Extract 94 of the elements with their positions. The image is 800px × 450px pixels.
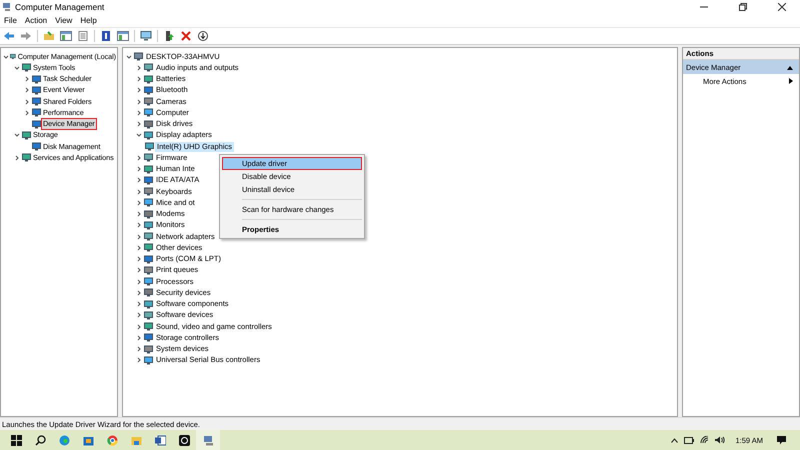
chevron-right-icon[interactable] xyxy=(135,288,143,298)
device-icon xyxy=(10,52,16,62)
app-icon xyxy=(2,2,12,12)
device-icon xyxy=(32,86,41,95)
download-icon[interactable] xyxy=(196,29,210,43)
computer-management-icon[interactable] xyxy=(196,430,220,450)
chevron-right-icon[interactable] xyxy=(135,277,143,286)
device-icon xyxy=(144,277,153,286)
chevron-right-icon[interactable] xyxy=(135,220,143,230)
chevron-right-icon[interactable] xyxy=(13,153,21,162)
menu-item[interactable]: Action xyxy=(24,16,48,25)
chevron-right-icon[interactable] xyxy=(23,97,31,106)
chevron-right-icon[interactable] xyxy=(135,74,143,84)
device-icon xyxy=(144,120,153,129)
device-icon xyxy=(144,243,153,252)
chevron-right-icon[interactable] xyxy=(135,210,143,219)
device-icon xyxy=(144,108,153,118)
device-icon xyxy=(144,86,153,95)
chevron-right-icon[interactable] xyxy=(135,232,143,242)
chevron-right-icon[interactable] xyxy=(135,120,143,129)
chevron-right-icon[interactable] xyxy=(135,356,143,365)
device-icon xyxy=(144,254,153,264)
menu-item[interactable]: View xyxy=(55,16,72,25)
device-icon xyxy=(134,52,143,62)
list-icon[interactable] xyxy=(76,29,90,43)
chevron-right-icon[interactable] xyxy=(135,187,143,196)
device-icon xyxy=(144,300,153,309)
console-tree-icon[interactable] xyxy=(59,29,73,43)
remove-icon[interactable] xyxy=(179,29,193,43)
close-icon[interactable] xyxy=(778,3,786,11)
submenu-arrow-icon xyxy=(789,78,793,84)
chevron-right-icon[interactable] xyxy=(135,86,143,95)
window-title: Computer Management xyxy=(15,2,106,12)
device-icon xyxy=(144,63,153,72)
device-icon xyxy=(32,74,41,84)
restore-icon[interactable] xyxy=(739,3,747,11)
chevron-right-icon[interactable] xyxy=(135,198,143,208)
device-icon xyxy=(32,142,41,152)
console-tree-icon[interactable] xyxy=(116,29,130,43)
device-icon xyxy=(144,266,153,275)
chevron-right-icon[interactable] xyxy=(135,108,143,118)
chevron-right-icon[interactable] xyxy=(135,153,143,162)
chevron-right-icon[interactable] xyxy=(135,333,143,342)
chevron-right-icon[interactable] xyxy=(23,74,31,84)
device-icon xyxy=(144,356,153,365)
device-icon xyxy=(144,220,153,230)
notification-icon[interactable] xyxy=(777,436,786,444)
device-icon xyxy=(144,176,153,185)
device-icon xyxy=(144,187,153,196)
menu-item[interactable]: Help xyxy=(80,16,97,25)
chevron-right-icon[interactable] xyxy=(135,164,143,174)
device-icon xyxy=(144,288,153,298)
device-icon xyxy=(22,63,31,72)
chevron-right-icon[interactable] xyxy=(135,176,143,185)
chevron-right-icon[interactable] xyxy=(135,266,143,275)
device-icon xyxy=(144,97,153,106)
device-icon xyxy=(144,164,153,174)
chevron-right-icon[interactable] xyxy=(135,322,143,332)
device-icon xyxy=(145,142,154,152)
chevron-right-icon[interactable] xyxy=(23,108,31,118)
chevron-up-icon[interactable] xyxy=(671,438,678,442)
chevron-right-icon[interactable] xyxy=(135,300,143,309)
wifi-icon[interactable] xyxy=(700,436,710,444)
device-icon xyxy=(144,210,153,219)
device-icon xyxy=(32,120,41,129)
help-icon[interactable] xyxy=(99,29,113,43)
folder-icon[interactable] xyxy=(42,29,56,43)
chevron-right-icon[interactable] xyxy=(23,86,31,95)
device-icon xyxy=(144,74,153,84)
collapse-icon[interactable] xyxy=(787,64,793,70)
speaker-icon[interactable] xyxy=(715,436,726,444)
back-icon[interactable] xyxy=(2,29,16,43)
device-icon xyxy=(144,333,153,342)
forward-icon[interactable] xyxy=(19,29,33,43)
chevron-right-icon[interactable] xyxy=(135,63,143,72)
device-icon xyxy=(32,97,41,106)
device-icon xyxy=(144,130,153,140)
device-icon xyxy=(32,108,41,118)
battery-icon[interactable] xyxy=(684,436,694,444)
device-icon xyxy=(144,344,153,354)
device-icon xyxy=(144,232,153,242)
chevron-right-icon[interactable] xyxy=(135,310,143,320)
device-icon xyxy=(144,322,153,332)
chevron-right-icon[interactable] xyxy=(135,344,143,354)
device-icon xyxy=(144,198,153,208)
device-icon xyxy=(144,310,153,320)
chevron-right-icon[interactable] xyxy=(135,254,143,264)
device-icon xyxy=(22,130,31,140)
device-icon xyxy=(22,153,31,162)
device-icon xyxy=(144,153,153,162)
monitor-icon[interactable] xyxy=(139,29,153,43)
chevron-right-icon[interactable] xyxy=(135,243,143,252)
chevron-right-icon[interactable] xyxy=(135,97,143,106)
menu-item[interactable]: File xyxy=(4,16,17,25)
